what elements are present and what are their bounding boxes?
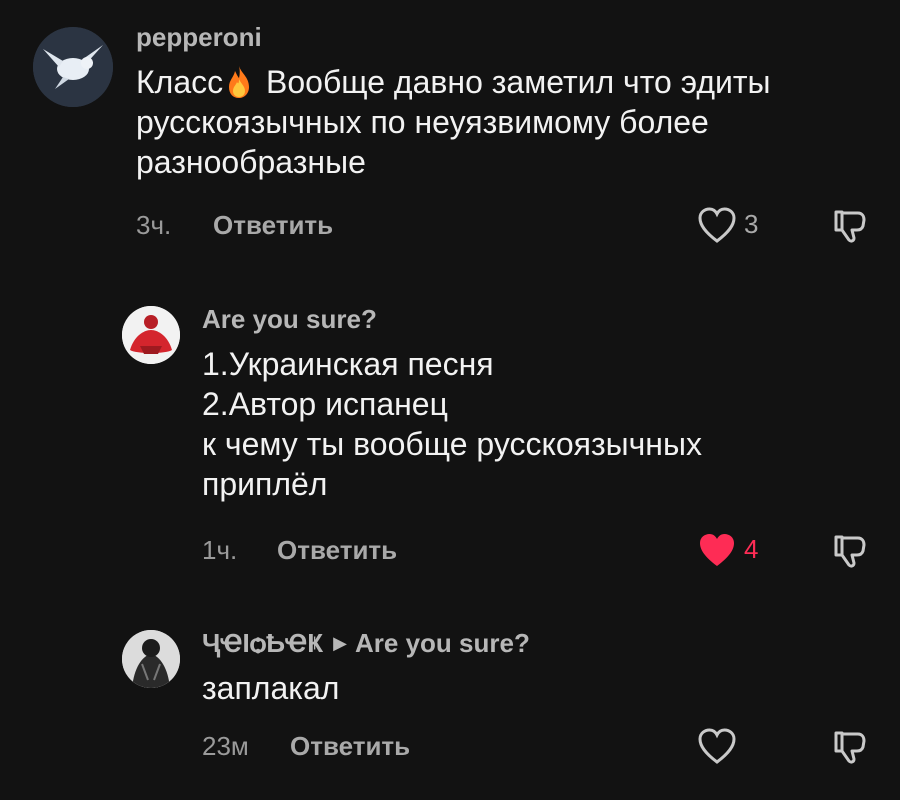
reply-to-username[interactable]: Are you sure? <box>355 628 530 658</box>
dislike-icon[interactable] <box>830 531 870 571</box>
comment-text-line: к чему ты вообще русскоязычных <box>202 426 702 462</box>
like-heart-icon[interactable] <box>697 727 737 765</box>
comment-text: заплакал <box>202 668 339 708</box>
comment-text-line: заплакал <box>202 670 340 706</box>
avatar[interactable] <box>122 306 180 364</box>
comments-thread: pepperoni Класс Вообще давно заметил что… <box>0 0 900 800</box>
comment-text-line: 1.Украинская песня <box>202 346 494 382</box>
comment-text: 1.Украинская песня 2.Автор испанец к чем… <box>202 344 702 504</box>
comment-text-line: разнообразные <box>136 144 366 180</box>
comment-text: Класс Вообще давно заметил что эдиты рус… <box>136 62 771 182</box>
comment-text-line: 2.Автор испанец <box>202 386 448 422</box>
comment-text-line: приплёл <box>202 466 328 502</box>
comment-username[interactable]: Are you sure? <box>202 304 377 334</box>
comment-header: ҶҼƖѻҌҼҜ ▶ Are you sure? <box>202 628 530 658</box>
reply-button[interactable]: Ответить <box>290 731 410 761</box>
dislike-icon[interactable] <box>830 206 870 246</box>
like-count: 4 <box>744 534 759 564</box>
comment-text-line: русскоязычных по неуязвимому более <box>136 104 709 140</box>
fire-icon <box>225 65 253 99</box>
avatar[interactable] <box>33 27 113 107</box>
comment-timestamp: 1ч. <box>202 535 238 565</box>
comment-text-line: Класс <box>136 64 224 100</box>
dislike-icon[interactable] <box>830 727 870 767</box>
reply-button[interactable]: Ответить <box>277 535 397 565</box>
reply-arrow-icon: ▶ <box>333 633 348 653</box>
like-heart-filled-icon[interactable] <box>697 531 737 569</box>
comment-username[interactable]: pepperoni <box>136 22 262 52</box>
avatar[interactable] <box>122 630 180 688</box>
comment-timestamp: 3ч. <box>136 210 172 240</box>
like-count: 3 <box>744 209 759 239</box>
reply-button[interactable]: Ответить <box>213 210 333 240</box>
like-heart-icon[interactable] <box>697 206 737 244</box>
comment-text-line: Вообще давно заметил что эдиты <box>257 64 771 100</box>
comment-timestamp: 23м <box>202 731 249 761</box>
comment-username[interactable]: ҶҼƖѻҌҼҜ <box>202 628 323 658</box>
